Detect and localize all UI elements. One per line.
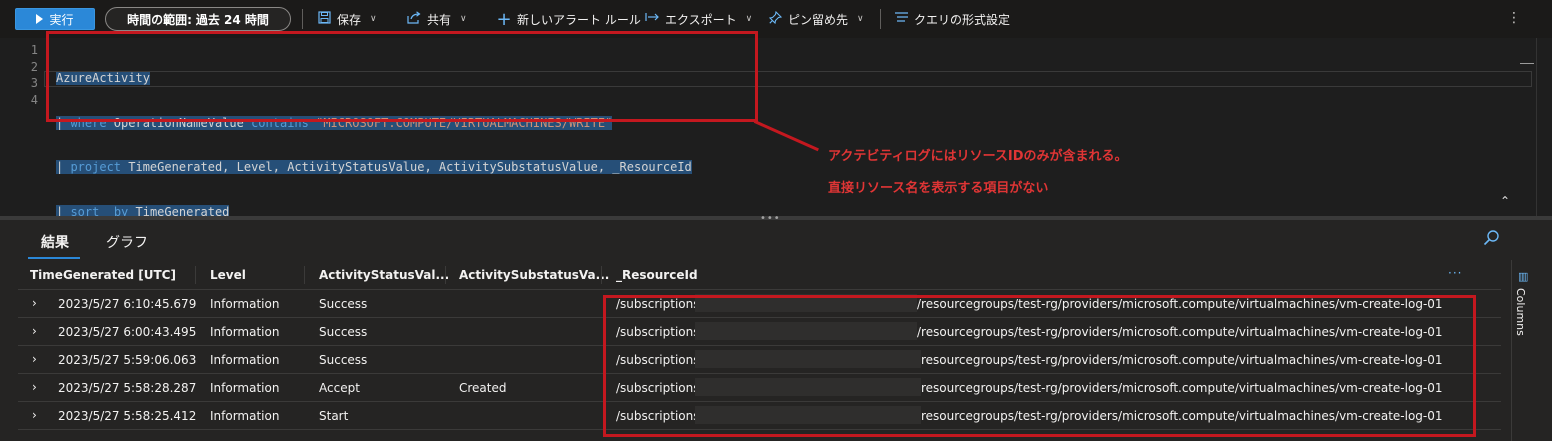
new-alert-rule-button[interactable]: + 新しいアラート ルール: [496, 8, 641, 30]
column-menu-icon[interactable]: ···: [1448, 266, 1462, 280]
column-header-activitysubstatusvalue[interactable]: ActivitySubstatusVa...: [459, 268, 609, 282]
line-number: 3: [30, 76, 38, 90]
expand-row-icon[interactable]: ›: [32, 380, 37, 394]
save-button[interactable]: 保存 ∨: [316, 9, 377, 29]
share-icon: [406, 10, 422, 28]
export-label: エクスポート: [665, 12, 737, 27]
annotation-text-1: アクテビティログにはリソースIDのみが含まれる。: [828, 149, 1128, 164]
chevron-down-icon: ∨: [857, 14, 864, 24]
column-header-level[interactable]: Level: [210, 268, 246, 282]
results-tabs: 結果 グラフ: [0, 220, 1552, 260]
cell-level: Information: [210, 353, 280, 367]
cell-substatus: Created: [459, 381, 507, 395]
line-number-gutter: 1 2 3 4: [0, 42, 42, 108]
cell-status: Accept: [319, 381, 360, 395]
chevron-down-icon: ∨: [370, 14, 377, 24]
run-button[interactable]: 実行: [15, 8, 95, 30]
cell-status: Success: [319, 325, 368, 339]
pin-label: ピン留め先: [788, 12, 849, 27]
overview-ruler-mark: [1520, 63, 1534, 64]
column-header-resourceid[interactable]: _ResourceId: [616, 268, 698, 282]
pipe-operator: |: [56, 160, 71, 174]
share-label: 共有: [427, 12, 452, 27]
cell-time: 2023/5/27 5:58:25.412: [58, 409, 197, 423]
column-header-timegenerated[interactable]: TimeGenerated [UTC]: [30, 268, 176, 282]
toolbar-divider: [302, 9, 303, 29]
code-text: TimeGenerated, Level, ActivityStatusValu…: [121, 160, 692, 174]
column-resize-handle[interactable]: [445, 266, 446, 284]
column-resize-handle[interactable]: [195, 266, 196, 284]
resourceid-annotation-box: [603, 295, 1476, 437]
expand-row-icon[interactable]: ›: [32, 296, 37, 310]
cell-status: Success: [319, 353, 368, 367]
cell-level: Information: [210, 409, 280, 423]
cell-time: 2023/5/27 6:10:45.679: [58, 297, 197, 311]
column-resize-handle[interactable]: [601, 266, 602, 284]
code-line: | project TimeGenerated, Level, Activity…: [56, 159, 692, 176]
cell-time: 2023/5/27 5:59:06.063: [58, 353, 197, 367]
columns-panel-label[interactable]: Columns: [1514, 288, 1527, 336]
tab-chart[interactable]: グラフ: [106, 232, 148, 252]
line-number: 2: [30, 59, 38, 74]
play-icon: [36, 14, 44, 24]
pin-to-button[interactable]: ピン留め先 ∨: [767, 9, 864, 29]
line-number: 4: [30, 92, 38, 107]
query-annotation-box: [46, 31, 758, 122]
plus-icon: +: [496, 8, 512, 30]
run-label: 実行: [49, 12, 74, 27]
export-arrow-icon: [644, 11, 660, 27]
line-number: 1: [30, 43, 38, 57]
format-label: クエリの形式設定: [914, 12, 1011, 27]
format-lines-icon: [893, 11, 909, 27]
toolbar-divider: [880, 9, 881, 29]
share-button[interactable]: 共有 ∨: [406, 9, 467, 29]
time-range-button[interactable]: 時間の範囲: 過去 24 時間: [105, 7, 291, 31]
time-range-value: 過去 24 時間: [195, 12, 269, 27]
active-tab-indicator: [28, 257, 80, 259]
chevron-down-icon: ∨: [745, 14, 753, 24]
cell-level: Information: [210, 325, 280, 339]
expand-row-icon[interactable]: ›: [32, 324, 37, 338]
column-resize-handle[interactable]: [304, 266, 305, 284]
tab-results[interactable]: 結果: [41, 232, 69, 252]
cell-status: Start: [319, 409, 349, 423]
new-alert-label: 新しいアラート ルール: [517, 12, 641, 27]
cell-status: Success: [319, 297, 368, 311]
search-icon[interactable]: [1483, 229, 1500, 250]
chevron-down-icon: ∨: [460, 14, 467, 24]
time-range-label: 時間の範囲:: [127, 12, 192, 27]
annotation-text-2: 直接リソース名を表示する項目がない: [828, 181, 1049, 196]
save-label: 保存: [337, 12, 362, 27]
columns-icon[interactable]: ▥: [1518, 270, 1528, 283]
expand-row-icon[interactable]: ›: [32, 408, 37, 422]
grid-header: TimeGenerated [UTC] Level ActivityStatus…: [18, 260, 1501, 290]
cell-time: 2023/5/27 6:00:43.495: [58, 325, 197, 339]
format-query-button[interactable]: クエリの形式設定: [893, 9, 1010, 29]
editor-scrollbar[interactable]: [1536, 38, 1552, 216]
cell-time: 2023/5/27 5:58:28.287: [58, 381, 197, 395]
cell-level: Information: [210, 297, 280, 311]
collapse-editor-icon[interactable]: ⌃: [1500, 194, 1510, 208]
export-button[interactable]: エクスポート ∨: [644, 9, 752, 29]
column-header-activitystatusvalue[interactable]: ActivityStatusVal...: [319, 268, 449, 282]
pin-icon: [767, 10, 783, 28]
expand-row-icon[interactable]: ›: [32, 352, 37, 366]
cell-level: Information: [210, 381, 280, 395]
keyword-project: project: [70, 160, 122, 174]
more-options-icon[interactable]: ⋮: [1507, 10, 1522, 26]
save-icon: [316, 10, 332, 28]
